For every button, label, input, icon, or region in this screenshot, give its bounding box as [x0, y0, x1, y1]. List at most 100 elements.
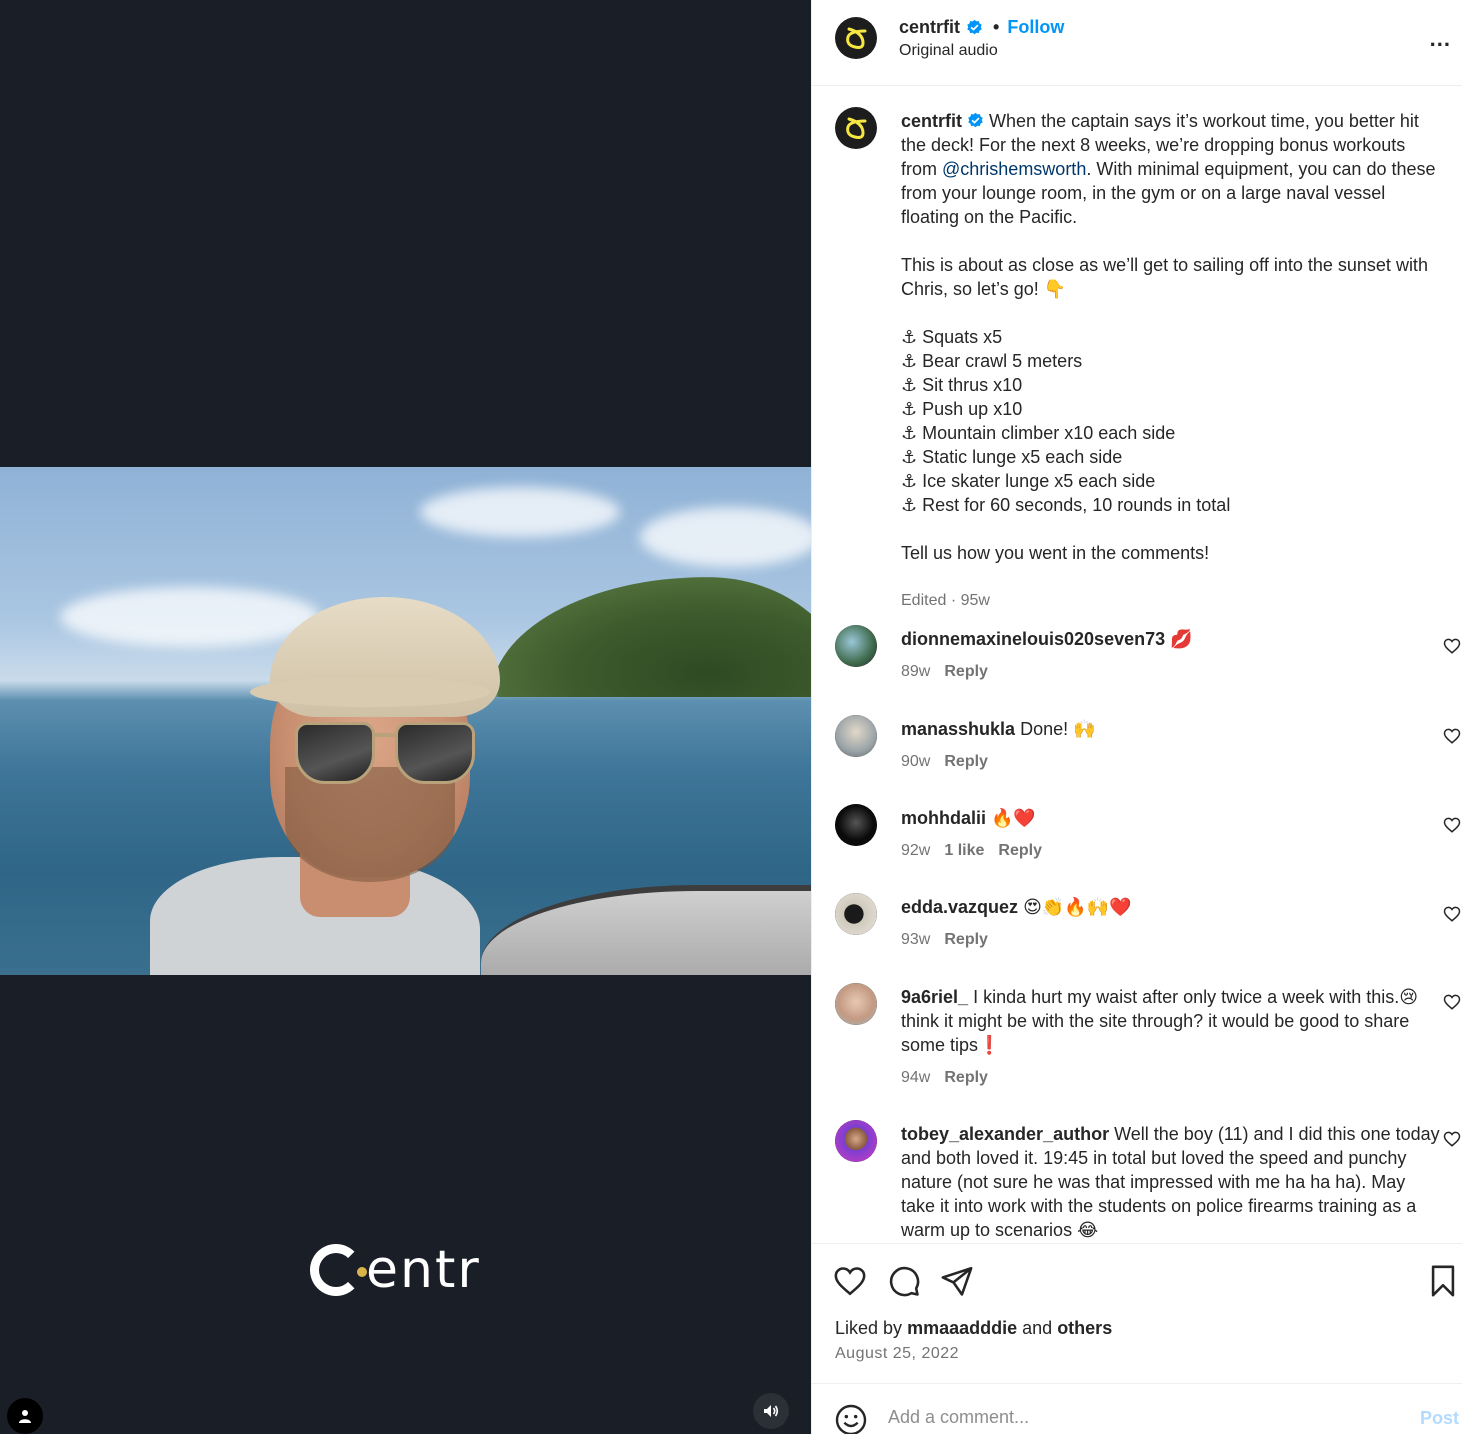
- mute-button[interactable]: [753, 1393, 789, 1429]
- liked-by-mid: and: [1022, 1318, 1053, 1338]
- reply-button[interactable]: Reply: [944, 931, 988, 948]
- sunglasses-lens: [295, 722, 375, 784]
- liked-by-line: Liked by mmaaadddie and others: [835, 1318, 1112, 1339]
- comment-text: 🔥❤️: [991, 808, 1036, 828]
- commenter-avatar[interactable]: [835, 804, 877, 846]
- like-comment-heart-icon[interactable]: [1443, 993, 1461, 1011]
- comment-meta: 89w Reply: [901, 660, 1443, 684]
- commenter-avatar[interactable]: [835, 715, 877, 757]
- person-icon: [19, 1410, 31, 1423]
- comment-body: 9a6riel_ I kinda hurt my waist after onl…: [901, 985, 1443, 1090]
- comment-bubble-icon[interactable]: [887, 1264, 921, 1298]
- workout-item: ⚓ Squats x5: [901, 327, 1003, 347]
- comment-meta: 93w Reply: [901, 928, 1443, 952]
- person: [150, 557, 540, 975]
- sunglasses-lens: [395, 722, 475, 784]
- comment-meta: 92w 1 like Reply: [901, 839, 1443, 863]
- add-comment-bar: Post: [812, 1383, 1462, 1434]
- comment-body: edda.vazquez 😍👏🔥🙌❤️ 93w Reply: [901, 895, 1443, 952]
- author-username[interactable]: centrfit: [899, 17, 960, 38]
- cloud: [640, 507, 811, 567]
- comments-scroll-area[interactable]: centrfit When the captain says it’s work…: [812, 87, 1462, 1243]
- post-date[interactable]: August 25, 2022: [835, 1345, 959, 1363]
- commenter-avatar[interactable]: [835, 625, 877, 667]
- workout-item: ⚓ Ice skater lunge x5 each side: [901, 471, 1156, 491]
- comment-text: I kinda hurt my waist after only twice a…: [901, 987, 1419, 1055]
- comment-age[interactable]: 90w: [901, 753, 930, 770]
- follow-button[interactable]: Follow: [1007, 17, 1064, 38]
- comment-age[interactable]: 94w: [901, 1069, 930, 1086]
- centr-logo-icon: [846, 27, 867, 49]
- separator-dot: •: [993, 17, 1000, 37]
- workout-list: ⚓ Squats x5 ⚓ Bear crawl 5 meters ⚓ Sit …: [901, 325, 1443, 517]
- cloud: [420, 487, 620, 537]
- post-comment-button[interactable]: Post: [1420, 1408, 1459, 1429]
- commenter-avatar[interactable]: [835, 983, 877, 1025]
- centr-c-mark: [310, 1244, 367, 1296]
- verified-badge-icon: [967, 19, 982, 35]
- like-heart-icon[interactable]: [833, 1264, 867, 1298]
- caption-paragraph: This is about as close as we’ll get to s…: [901, 255, 1428, 299]
- comment-age[interactable]: 92w: [901, 842, 930, 859]
- header-title-row: centrfit • Follow: [899, 17, 1064, 38]
- like-comment-heart-icon[interactable]: [1443, 637, 1461, 655]
- centr-logo-icon: [846, 117, 867, 139]
- comment-text: 💋: [1170, 629, 1193, 649]
- reply-button[interactable]: Reply: [944, 1069, 988, 1086]
- comment-body: tobey_alexander_author Well the boy (11)…: [901, 1122, 1443, 1242]
- comment-body: manasshukla Done! 🙌 90w Reply: [901, 717, 1443, 774]
- commenter-username[interactable]: mohhdalii: [901, 808, 986, 828]
- author-avatar[interactable]: [835, 17, 877, 59]
- post-actions: Liked by mmaaadddie and others August 25…: [812, 1243, 1462, 1383]
- caption-avatar[interactable]: [835, 107, 877, 149]
- tagged-users-button[interactable]: [7, 1398, 43, 1434]
- workout-item: ⚓ Sit thrus x10: [901, 375, 1023, 395]
- reply-button[interactable]: Reply: [998, 842, 1042, 859]
- commenter-avatar[interactable]: [835, 893, 877, 935]
- centr-brand-logo: entr: [310, 1240, 481, 1300]
- mention-link[interactable]: @chrishemsworth: [942, 159, 1086, 179]
- commenter-username[interactable]: manasshukla: [901, 719, 1015, 739]
- comment-meta: 94w Reply: [901, 1066, 1443, 1090]
- post-header: centrfit • Follow Original audio ...: [812, 0, 1462, 86]
- commenter-username[interactable]: dionnemaxinelouis020seven73: [901, 629, 1165, 649]
- reel-media-pane[interactable]: entr: [0, 0, 811, 1434]
- save-bookmark-icon[interactable]: [1426, 1264, 1460, 1298]
- caption-meta: Edited · 95w: [901, 592, 990, 609]
- comment-meta: 90w Reply: [901, 750, 1443, 774]
- emoji-smiley-icon[interactable]: [835, 1404, 867, 1434]
- audio-label[interactable]: Original audio: [899, 42, 998, 60]
- liked-by-user[interactable]: mmaaadddie: [907, 1318, 1017, 1338]
- reply-button[interactable]: Reply: [944, 663, 988, 680]
- comment-age[interactable]: 93w: [901, 931, 930, 948]
- verified-badge-icon: [968, 112, 983, 128]
- commenter-avatar[interactable]: [835, 1120, 877, 1162]
- video-frame[interactable]: [0, 467, 811, 975]
- commenter-username[interactable]: 9a6riel_: [901, 987, 968, 1007]
- caption-username[interactable]: centrfit: [901, 111, 962, 131]
- comment-like-count[interactable]: 1 like: [944, 842, 984, 859]
- commenter-username[interactable]: edda.vazquez: [901, 897, 1018, 917]
- workout-item: ⚓ Static lunge x5 each side: [901, 447, 1123, 467]
- workout-item: ⚓ Rest for 60 seconds, 10 rounds in tota…: [901, 495, 1231, 515]
- like-comment-heart-icon[interactable]: [1443, 727, 1461, 745]
- comment-input[interactable]: [888, 1407, 1388, 1428]
- centr-logo-text: entr: [366, 1240, 481, 1300]
- share-paper-plane-icon[interactable]: [940, 1264, 974, 1298]
- post-sidebar: centrfit • Follow Original audio ... cen…: [811, 0, 1462, 1434]
- commenter-username[interactable]: tobey_alexander_author: [901, 1124, 1109, 1144]
- comment-age[interactable]: 89w: [901, 663, 930, 680]
- caption-text: centrfit When the captain says it’s work…: [901, 109, 1443, 613]
- caption-closing: Tell us how you went in the comments!: [901, 543, 1210, 563]
- comment-text: 😍👏🔥🙌❤️: [1023, 897, 1132, 917]
- comment-text: Done! 🙌: [1020, 719, 1096, 739]
- comment-body: mohhdalii 🔥❤️ 92w 1 like Reply: [901, 806, 1443, 863]
- like-comment-heart-icon[interactable]: [1443, 905, 1461, 923]
- like-comment-heart-icon[interactable]: [1443, 1130, 1461, 1148]
- like-comment-heart-icon[interactable]: [1443, 816, 1461, 834]
- more-options-button[interactable]: ...: [1430, 26, 1451, 52]
- comment-body: dionnemaxinelouis020seven73 💋 89w Reply: [901, 627, 1443, 684]
- liked-by-others[interactable]: others: [1057, 1318, 1112, 1338]
- reply-button[interactable]: Reply: [944, 753, 988, 770]
- workout-item: ⚓ Push up x10: [901, 399, 1023, 419]
